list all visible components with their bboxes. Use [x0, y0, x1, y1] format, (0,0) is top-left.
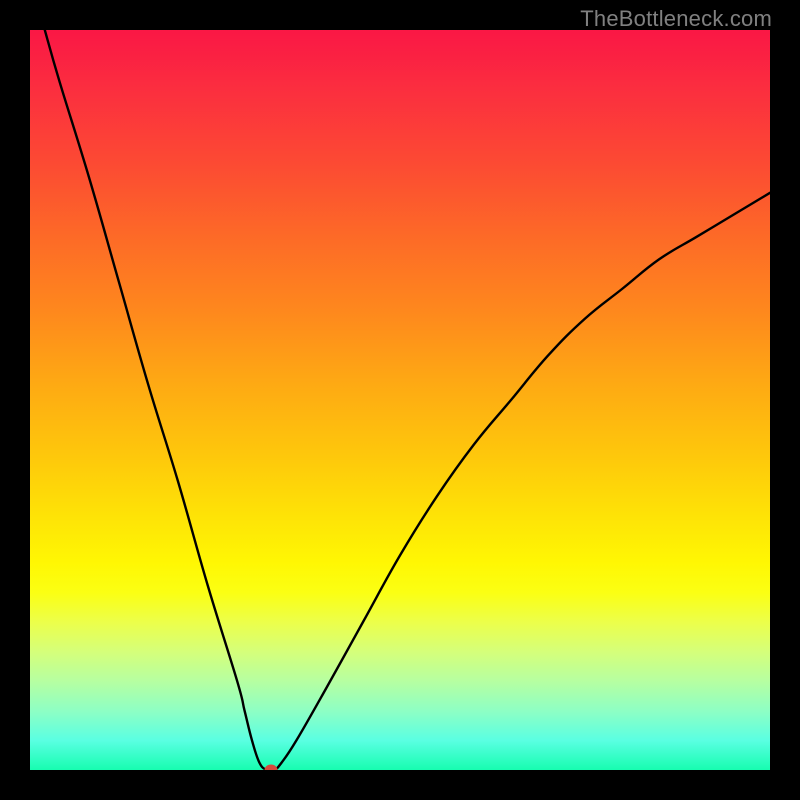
plot-area: [30, 30, 770, 770]
chart-frame: TheBottleneck.com: [0, 0, 800, 800]
curve-svg: [30, 30, 770, 770]
minimum-marker-dot: [264, 765, 277, 771]
bottleneck-curve: [45, 30, 770, 770]
watermark-text: TheBottleneck.com: [580, 6, 772, 32]
